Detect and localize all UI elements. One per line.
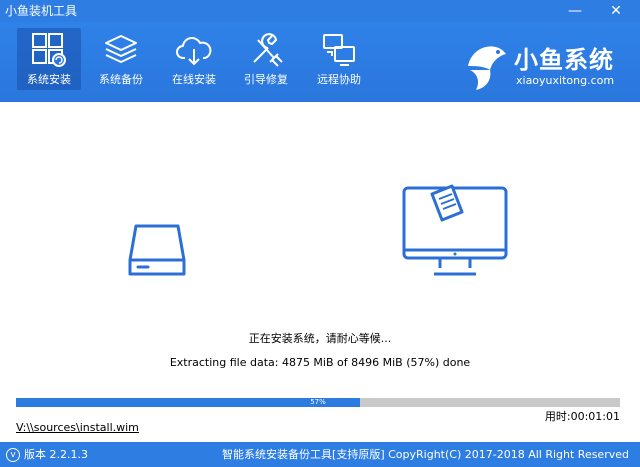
close-button[interactable]: ✕: [606, 1, 626, 21]
nav-online-install[interactable]: 在线安装: [162, 28, 226, 90]
nav-remote-assist[interactable]: 远程协助: [307, 28, 371, 90]
windows-restore-icon: [32, 33, 66, 67]
nav-label: 系统安装: [27, 73, 71, 86]
install-status: 正在安装系统，请耐心等候...: [248, 332, 392, 345]
version-label: 版本 2.2.1.3: [24, 448, 88, 461]
nav-label: 在线安装: [172, 73, 216, 86]
info-circle-icon: v: [6, 448, 20, 462]
source-file-link[interactable]: V:\\sources\install.wim: [16, 421, 139, 434]
copyright-text: 智能系统安装备份工具[支持原版] CopyRight(C) 2017-2018 …: [222, 448, 629, 461]
elapsed-time: 用时:00:01:01: [544, 410, 620, 423]
minimize-button[interactable]: —: [565, 1, 585, 21]
nav-system-backup[interactable]: 系统备份: [89, 28, 153, 90]
cloud-download-icon: [176, 37, 212, 66]
extract-detail: Extracting file data: 4875 MiB of 8496 M…: [169, 356, 471, 369]
header-toolbar: 系统安装 系统备份 在线安装 引导修复 远程协助 小鱼系统 xiaoyuxito…: [0, 22, 640, 102]
document-icon: [430, 184, 464, 222]
install-panel: 正在安装系统，请耐心等候... Extracting file data: 48…: [0, 102, 640, 442]
hard-drive-icon: [128, 224, 186, 276]
title-bar: 小鱼装机工具 — ✕: [0, 0, 640, 22]
nav-label: 引导修复: [244, 73, 288, 86]
version-info: v 版本 2.2.1.3: [6, 447, 88, 462]
fish-logo-icon: [468, 46, 506, 90]
nav-label: 远程协助: [317, 73, 361, 86]
nav-label: 系统备份: [99, 73, 143, 86]
nav-boot-repair[interactable]: 引导修复: [234, 28, 298, 90]
window-title: 小鱼装机工具: [5, 4, 78, 18]
progress-label: 57%: [310, 398, 326, 406]
progress-bar: 57%: [16, 398, 620, 407]
brand-logo: 小鱼系统 xiaoyuxitong.com: [462, 36, 632, 96]
brand-domain: xiaoyuxitong.com: [516, 74, 615, 87]
remote-monitors-icon: [323, 34, 355, 66]
wrench-screwdriver-icon: [253, 33, 283, 67]
brand-name: 小鱼系统: [514, 46, 614, 74]
layers-icon: [105, 35, 137, 63]
status-bar: v 版本 2.2.1.3 智能系统安装备份工具[支持原版] CopyRight(C…: [0, 442, 640, 467]
nav-system-install[interactable]: 系统安装: [17, 28, 81, 90]
